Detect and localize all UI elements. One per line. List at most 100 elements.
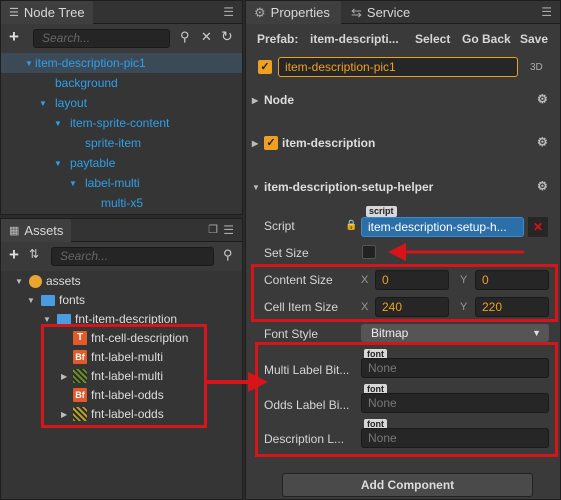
cell-y-axis: Y xyxy=(460,301,468,313)
node-tree-header: ☰ Node Tree ☰ xyxy=(1,1,242,24)
menu-icon[interactable]: ☰ xyxy=(223,5,234,19)
refresh-icon[interactable]: ↻ xyxy=(221,28,233,45)
font-style-select[interactable]: Bitmap ▼ xyxy=(361,324,549,342)
cell-x-axis: X xyxy=(361,301,369,313)
node-tree-toolbar: + Search... ⚲ ✕ ↻ xyxy=(1,25,242,51)
cell-size-x-input[interactable]: 240 xyxy=(375,297,449,317)
save-button[interactable]: Save xyxy=(520,32,548,46)
odds-label-font-field[interactable]: None xyxy=(361,393,549,413)
expand-arrow-icon[interactable]: ▼ xyxy=(39,99,55,108)
expand-arrow-icon[interactable]: ▼ xyxy=(15,277,29,286)
gear-icon[interactable]: ⚙ xyxy=(537,180,548,192)
expand-arrow-icon[interactable]: ▼ xyxy=(54,159,70,168)
assets-header: ▦ Assets ❐ ☰ xyxy=(1,219,242,242)
assets-panel: ▦ Assets ❐ ☰ + ⇅ Search... ⚲ ▼ assets ▼ … xyxy=(0,218,243,500)
multi-label-font-field[interactable]: None xyxy=(361,358,549,378)
content-y-axis: Y xyxy=(460,274,468,286)
gear-icon: ⚙ xyxy=(254,4,266,20)
select-button[interactable]: Select xyxy=(415,32,450,46)
lock-icon: 🔒 xyxy=(345,220,358,231)
chevron-down-icon: ▼ xyxy=(532,328,541,338)
prefab-name: item-descripti... xyxy=(310,32,399,46)
content-size-y-input[interactable]: 0 xyxy=(475,270,549,290)
section-node[interactable]: ▶ Node ⚙ xyxy=(246,92,560,108)
description-label-font-field[interactable]: None xyxy=(361,428,549,448)
assets-highlight-box xyxy=(41,324,207,428)
service-icon: ⇆ xyxy=(351,4,362,20)
go-back-button[interactable]: Go Back xyxy=(462,32,511,46)
script-field[interactable]: item-description-setup-h... xyxy=(361,217,524,237)
asset-item-fonts[interactable]: ▼ fonts xyxy=(27,290,85,310)
expand-arrow-icon[interactable]: ▼ xyxy=(25,59,35,68)
service-title: Service xyxy=(366,5,411,20)
maximize-icon[interactable]: ❐ xyxy=(208,223,218,236)
set-size-checkbox[interactable] xyxy=(362,245,376,259)
cell-item-size-label: Cell Item Size xyxy=(264,300,339,314)
tree-item-label: background xyxy=(55,76,118,90)
expand-arrow-icon[interactable]: ▼ xyxy=(69,179,85,188)
tree-item-label-multi[interactable]: ▼ label-multi xyxy=(69,173,140,193)
node-tree-list: ▼ item-description-pic1 background ▼ lay… xyxy=(1,53,242,214)
add-component-button[interactable]: Add Component xyxy=(282,473,533,497)
tree-item-multi-x5[interactable]: multi-x5 xyxy=(101,193,143,213)
gear-icon[interactable]: ⚙ xyxy=(537,136,548,148)
expand-arrow-icon[interactable]: ▼ xyxy=(43,315,57,324)
tree-item-background[interactable]: background xyxy=(55,73,118,93)
expand-arrow-icon[interactable]: ▼ xyxy=(252,183,264,192)
3d-toggle[interactable]: 3D xyxy=(530,62,543,73)
multi-label-bitmap-label: Multi Label Bit... xyxy=(264,363,350,377)
menu-icon[interactable]: ☰ xyxy=(541,5,552,19)
database-icon xyxy=(29,274,42,288)
add-icon[interactable]: + xyxy=(9,245,19,265)
tree-item-label: layout xyxy=(55,96,88,110)
search-icon[interactable]: ⚲ xyxy=(223,247,233,263)
section-item-description[interactable]: ▶ ✓ item-description ⚙ xyxy=(246,134,560,152)
collapse-icon[interactable]: ✕ xyxy=(201,29,212,45)
assets-toolbar: + ⇅ Search... ⚲ xyxy=(1,243,242,269)
properties-header: ⚙ Properties ⇆ Service ☰ xyxy=(246,1,560,24)
sort-icon[interactable]: ⇅ xyxy=(29,247,39,261)
assets-search-input[interactable]: Search... xyxy=(51,247,214,266)
tree-item-paytable[interactable]: ▼ paytable xyxy=(54,153,115,173)
search-icon[interactable]: ⚲ xyxy=(180,29,190,45)
section-node-title: Node xyxy=(264,93,294,107)
collapse-arrow-icon[interactable]: ▶ xyxy=(252,96,264,105)
odds-label-bitmap-label: Odds Label Bi... xyxy=(264,398,350,412)
tab-properties[interactable]: ⚙ Properties xyxy=(246,1,341,24)
component-enabled-checkbox[interactable]: ✓ xyxy=(264,136,278,150)
cell-size-y-input[interactable]: 220 xyxy=(475,297,549,317)
content-size-x-input[interactable]: 0 xyxy=(375,270,449,290)
tree-item-sprite-content[interactable]: ▼ item-sprite-content xyxy=(54,113,169,133)
tree-item-sprite-item[interactable]: sprite-item xyxy=(85,133,141,153)
node-tree-title: Node Tree xyxy=(23,5,85,20)
asset-item-assets[interactable]: ▼ assets xyxy=(15,271,81,291)
section-item-description-title: item-description xyxy=(282,136,376,150)
tree-item-layout[interactable]: ▼ layout xyxy=(39,93,87,113)
section-setup-helper[interactable]: ▼ item-description-setup-helper ⚙ xyxy=(246,179,560,195)
tree-item-label: paytable xyxy=(70,156,116,170)
add-icon[interactable]: + xyxy=(9,27,19,47)
node-tree-search-input[interactable]: Search... xyxy=(33,29,170,48)
set-size-label: Set Size xyxy=(264,246,309,260)
asset-label: assets xyxy=(46,274,81,288)
expand-arrow-icon[interactable]: ▼ xyxy=(27,296,41,305)
tab-node-tree[interactable]: ☰ Node Tree xyxy=(1,1,93,24)
font-style-value: Bitmap xyxy=(371,326,409,340)
content-size-label: Content Size xyxy=(264,273,333,287)
node-name-input[interactable]: item-description-pic1 xyxy=(278,57,518,77)
folder-icon xyxy=(57,313,71,325)
node-active-checkbox[interactable]: ✓ xyxy=(258,60,272,74)
tab-assets[interactable]: ▦ Assets xyxy=(1,219,72,242)
description-label-label: Description L... xyxy=(264,432,345,446)
tab-service[interactable]: ⇆ Service xyxy=(343,1,418,24)
assets-tab-icon: ▦ xyxy=(9,225,20,237)
menu-icon[interactable]: ☰ xyxy=(223,223,234,237)
gear-icon[interactable]: ⚙ xyxy=(537,93,548,105)
pointer-arrow-icon xyxy=(388,243,524,261)
node-tree-panel: ☰ Node Tree ☰ + Search... ⚲ ✕ ↻ ▼ item-d… xyxy=(0,0,243,215)
collapse-arrow-icon[interactable]: ▶ xyxy=(252,139,264,148)
remove-script-icon[interactable]: ✕ xyxy=(528,217,548,237)
expand-arrow-icon[interactable]: ▼ xyxy=(54,119,70,128)
tree-item-label: sprite-item xyxy=(85,136,142,150)
tree-item-root[interactable]: ▼ item-description-pic1 xyxy=(1,53,242,73)
